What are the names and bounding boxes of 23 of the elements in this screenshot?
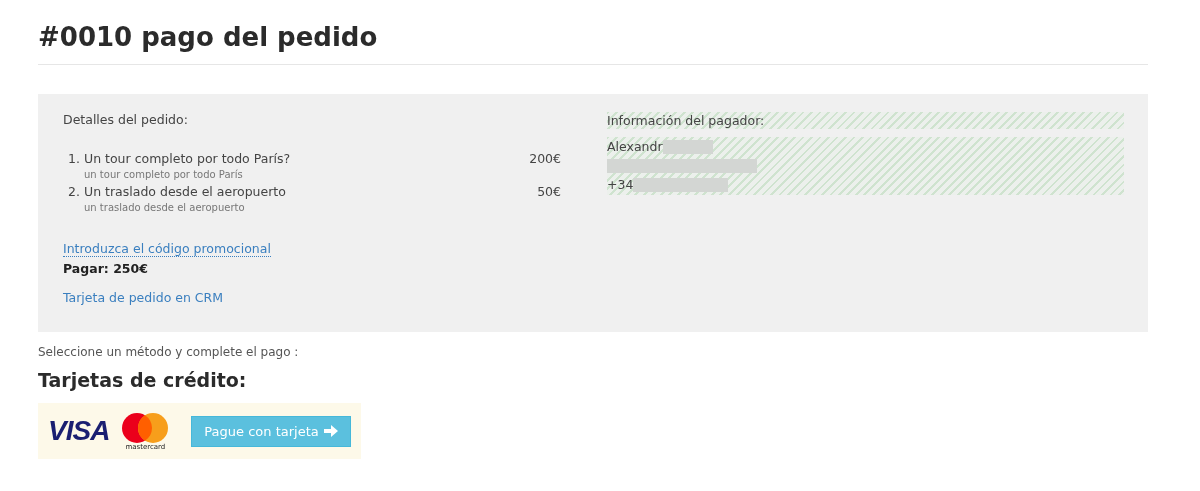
item-price: 50€	[537, 184, 561, 199]
item-name: Un tour completo por todo París?	[84, 151, 292, 166]
item-name: Un traslado desde el aeropuerto	[84, 184, 287, 199]
page-title: #0010 pago del pedido	[38, 21, 379, 54]
arrow-right-icon	[323, 425, 338, 437]
item-description: un traslado desde el aeropuerto	[84, 202, 246, 213]
total-amount: Pagar: 250€	[63, 261, 149, 276]
order-heading: Detalles del pedido:	[63, 112, 189, 127]
payer-name: Alexandr	[607, 139, 663, 154]
promo-code-link[interactable]: Introduzca el código promocional	[63, 241, 271, 257]
pay-with-card-button[interactable]: Pague con tarjeta	[191, 415, 351, 447]
payer-heading: Información del pagador:	[607, 113, 765, 128]
redacted-block	[662, 139, 713, 154]
item-price: 200€	[529, 151, 561, 166]
overlapping-circles-icon	[121, 411, 170, 445]
payer-phone: +34	[607, 177, 634, 192]
visa-logo: VISA	[48, 415, 110, 447]
item-number: 1.	[67, 151, 80, 166]
item-number: 2.	[67, 184, 80, 199]
crm-link[interactable]: Tarjeta de pedido en CRM	[63, 290, 224, 305]
section-heading: Tarjetas de crédito:	[38, 369, 248, 391]
item-description: un tour completo por todo París	[84, 169, 244, 180]
instruction-text: Seleccione un método y complete el pago :	[38, 345, 300, 359]
